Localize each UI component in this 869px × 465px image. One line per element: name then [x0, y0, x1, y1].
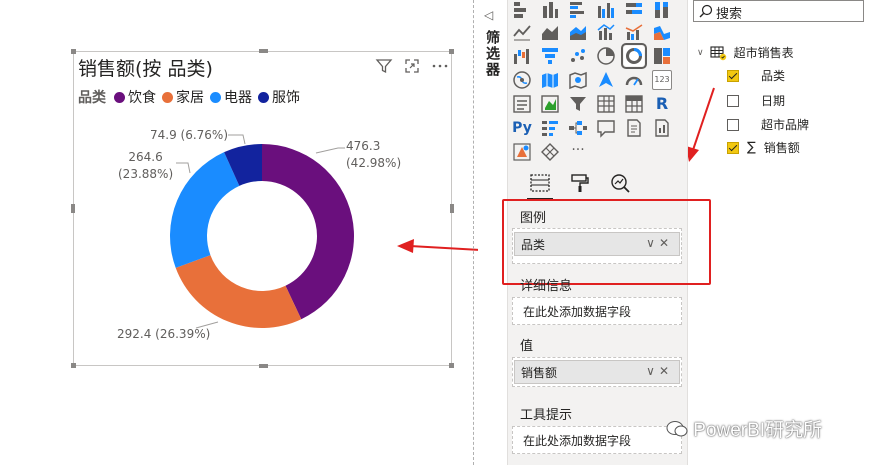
details-placeholder: 在此处添加数据字段 [523, 305, 632, 319]
area-chart-icon[interactable] [540, 22, 560, 42]
field-name: 日期 [761, 94, 786, 108]
multi-row-card-icon[interactable] [512, 94, 532, 114]
expand-chevron-icon[interactable]: ∨ [697, 48, 704, 58]
paginated-report-icon[interactable] [652, 118, 672, 138]
expand-filter-icon[interactable]: ◁ [484, 8, 493, 22]
values-field-name: 销售额 [521, 365, 558, 380]
field-name: 超市品牌 [761, 118, 810, 132]
python-visual-icon[interactable]: Py [512, 118, 532, 138]
table-node-supermarket-sales[interactable]: ∨ 超市销售表 [697, 44, 794, 61]
key-influencers-icon[interactable] [540, 118, 560, 138]
watermark-text: PowerBI研究所 [693, 420, 823, 441]
decomposition-tree-icon[interactable] [568, 118, 588, 138]
sigma-icon: ∑ [747, 140, 756, 155]
filter-pane-label[interactable]: 筛选器 [482, 30, 502, 78]
annotation-arrow [692, 87, 715, 151]
table-name: 超市销售表 [733, 46, 794, 60]
table-icon [710, 45, 726, 60]
field-name: 销售额 [763, 141, 800, 155]
field-search-input[interactable]: 搜索 [693, 0, 864, 22]
tooltip-placeholder: 在此处添加数据字段 [523, 434, 632, 448]
power-automate-icon[interactable] [540, 142, 560, 162]
r-visual-icon[interactable]: R [652, 94, 672, 114]
field-checkbox[interactable] [727, 118, 739, 131]
line-chart-icon[interactable] [512, 22, 532, 42]
line-and-clustered-column-icon[interactable] [624, 22, 644, 42]
stacked-area-chart-icon[interactable] [568, 22, 588, 42]
tooltip-well-title: 工具提示 [520, 408, 573, 423]
values-field-chip[interactable]: 销售额 ∨✕ [514, 360, 680, 384]
fields-tab-icon[interactable] [529, 172, 551, 194]
field-item-sales[interactable]: ∑ 销售额 [727, 139, 800, 156]
format-paint-roller-icon[interactable] [569, 172, 591, 194]
scatter-chart-icon[interactable] [568, 46, 588, 66]
field-item-date[interactable]: 日期 [727, 92, 785, 109]
field-chip-controls[interactable]: ∨✕ [646, 364, 673, 378]
stacked-column-chart-icon[interactable] [540, 0, 560, 20]
gauge-icon[interactable] [624, 70, 644, 90]
annotation-arrowhead [397, 239, 414, 253]
field-checkbox[interactable] [727, 69, 739, 82]
100-stacked-column-icon[interactable] [652, 0, 672, 20]
stacked-bar-chart-icon[interactable] [512, 0, 532, 20]
slicer-icon[interactable] [568, 94, 588, 114]
line-and-column-chart-icon[interactable] [596, 22, 616, 42]
field-item-category[interactable]: 品类 [727, 67, 785, 84]
shape-map-icon[interactable] [568, 70, 588, 90]
qa-icon[interactable] [596, 118, 616, 138]
funnel-chart-icon[interactable] [540, 46, 560, 66]
power-apps-icon[interactable] [512, 142, 532, 162]
matrix-icon[interactable] [624, 94, 644, 114]
treemap-icon[interactable] [652, 46, 672, 66]
details-well-title: 详细信息 [520, 279, 573, 294]
table-icon[interactable] [596, 94, 616, 114]
azure-map-icon[interactable] [596, 70, 616, 90]
analytics-magnifier-icon[interactable] [609, 172, 631, 194]
smart-narrative-icon[interactable] [624, 118, 644, 138]
search-placeholder: 搜索 [716, 7, 743, 22]
kpi-icon[interactable] [540, 94, 560, 114]
card-icon[interactable]: 123 [652, 70, 672, 90]
100-stacked-bar-icon[interactable] [624, 0, 644, 20]
filled-map-icon[interactable] [540, 70, 560, 90]
field-name: 品类 [761, 69, 786, 83]
more-visuals-icon[interactable]: ··· [568, 140, 588, 160]
donut-chart-icon[interactable] [621, 43, 647, 69]
field-checkbox[interactable] [727, 94, 739, 107]
search-icon [699, 4, 713, 18]
ribbon-chart-icon[interactable] [652, 22, 672, 42]
canvas-divider [473, 0, 474, 465]
field-checkbox[interactable] [727, 141, 739, 154]
watermark: PowerBI研究所 [666, 415, 822, 442]
waterfall-chart-icon[interactable] [512, 46, 532, 66]
clustered-column-chart-icon[interactable] [596, 0, 616, 20]
field-item-brand[interactable]: 超市品牌 [727, 116, 809, 133]
wechat-icon [666, 421, 688, 437]
map-icon[interactable] [512, 70, 532, 90]
annotation-highlight-box [502, 199, 711, 285]
values-well-title: 值 [520, 339, 534, 354]
clustered-bar-chart-icon[interactable] [568, 0, 588, 20]
pie-chart-icon[interactable] [596, 46, 616, 66]
